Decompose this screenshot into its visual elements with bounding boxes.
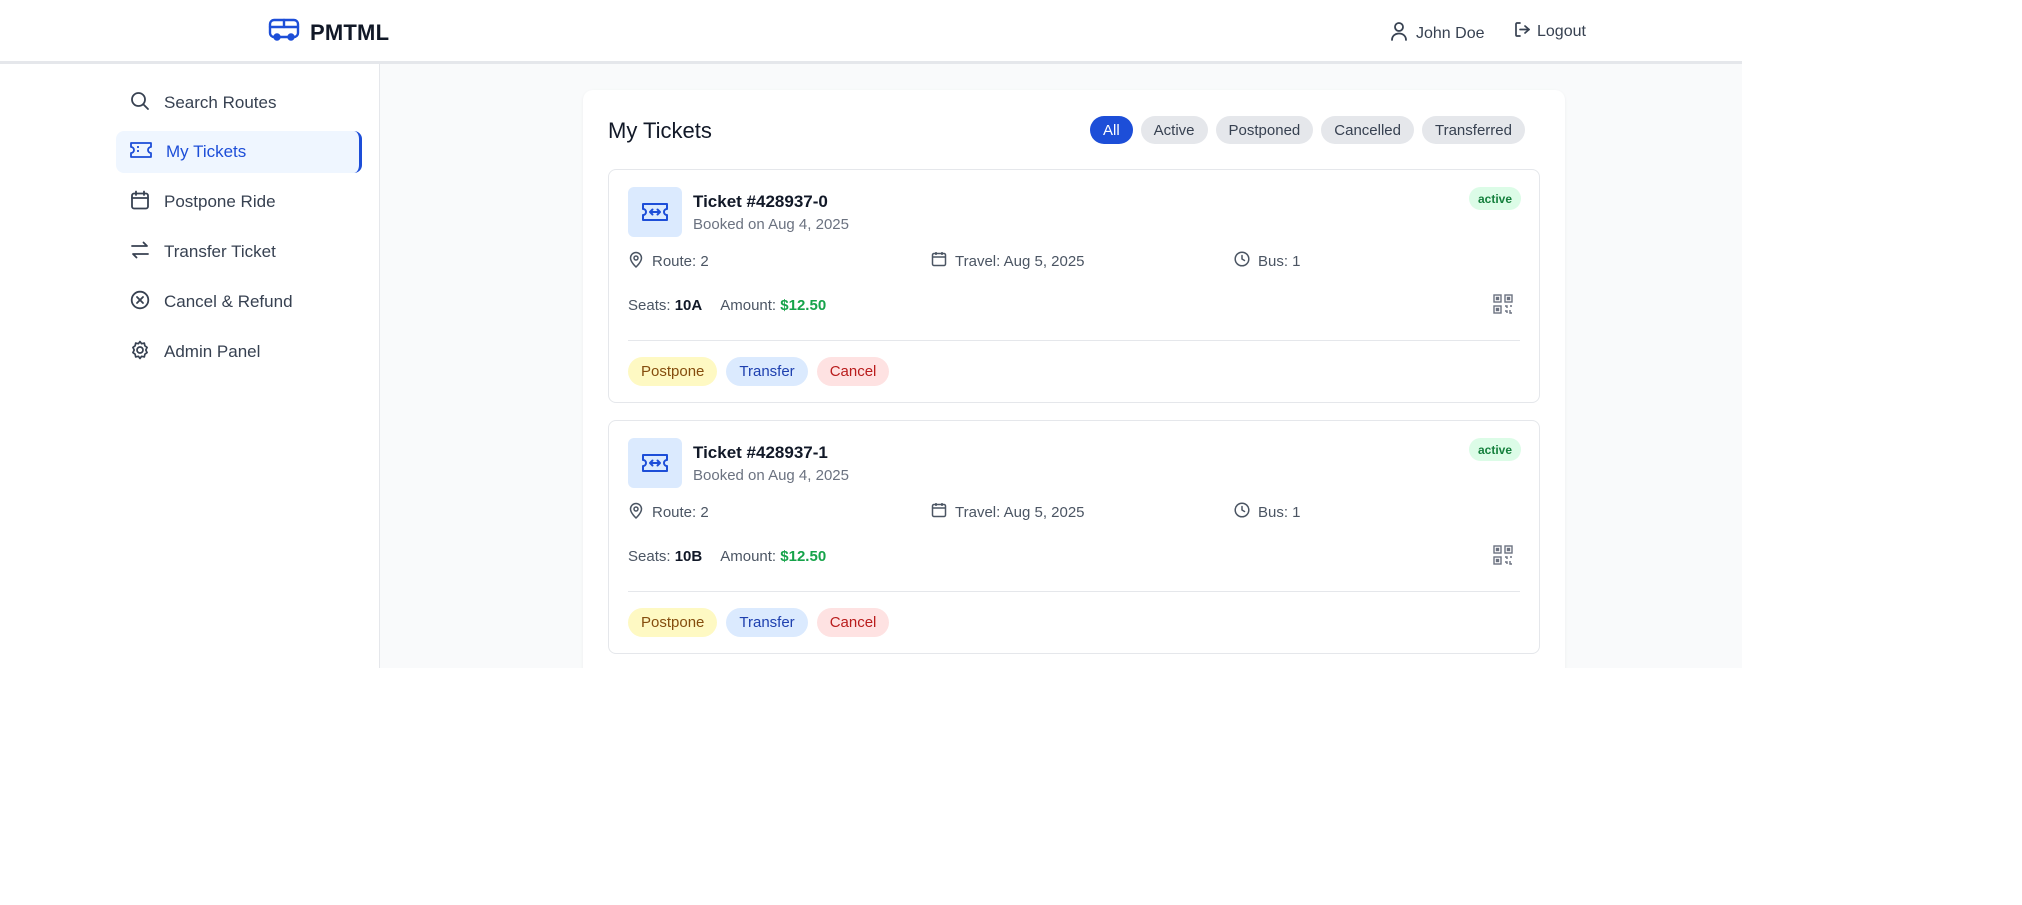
ticket-card: Ticket #428937-1 Booked on Aug 4, 2025 a…: [608, 420, 1540, 654]
seats-field: Seats: 10B: [628, 548, 702, 565]
filter-active[interactable]: Active: [1140, 116, 1208, 144]
ticket-travel-date: Travel: Aug 5, 2025: [931, 251, 1085, 271]
ticket-travel-date: Travel: Aug 5, 2025: [931, 502, 1085, 522]
ticket-seats-amount: Seats: 10A Amount: $12.50: [628, 297, 826, 314]
qr-code-icon[interactable]: [1493, 294, 1513, 319]
divider: [628, 591, 1520, 592]
top-header: PMTML John Doe Logout: [0, 0, 1742, 64]
sidebar-item-my-tickets[interactable]: My Tickets: [116, 131, 362, 173]
filter-all[interactable]: All: [1090, 116, 1133, 144]
seats-value: 10B: [674, 548, 703, 565]
filter-postponed[interactable]: Postponed: [1215, 116, 1314, 144]
ticket-actions: Postpone Transfer Cancel: [628, 357, 890, 386]
logout-icon: [1514, 21, 1531, 43]
bus-text: Bus: 1: [1258, 503, 1301, 521]
ticket-title: Ticket #428937-1: [693, 443, 828, 462]
ticket-icon: [130, 141, 152, 163]
bus-text: Bus: 1: [1258, 252, 1301, 270]
travel-text: Travel: Aug 5, 2025: [955, 252, 1085, 270]
sidebar-item-label: My Tickets: [166, 142, 247, 161]
clock-icon: [1234, 251, 1250, 271]
seats-label: Seats:: [628, 297, 671, 314]
status-badge: active: [1468, 187, 1521, 210]
postpone-button[interactable]: Postpone: [628, 357, 718, 386]
user-icon: [1390, 21, 1408, 46]
seats-value: 10A: [674, 297, 703, 314]
sidebar-item-admin-panel[interactable]: Admin Panel: [116, 331, 362, 373]
sidebar-item-label: Transfer Ticket: [164, 242, 276, 261]
page-title: My Tickets: [608, 118, 712, 143]
amount-field: Amount: $12.50: [720, 297, 826, 314]
ticket-bus: Bus: 1: [1234, 251, 1301, 271]
ticket-card: Ticket #428937-0 Booked on Aug 4, 2025 a…: [608, 169, 1540, 403]
route-text: Route: 2: [652, 504, 709, 521]
amount-value: $12.50: [780, 297, 827, 314]
amount-label: Amount:: [720, 548, 777, 565]
calendar-icon: [931, 502, 947, 522]
brand-name: PMTML: [310, 19, 390, 45]
sidebar-item-postpone-ride[interactable]: Postpone Ride: [116, 181, 362, 223]
gear-icon: [130, 340, 150, 365]
ticket-icon: [628, 438, 682, 488]
map-pin-icon: [628, 502, 644, 523]
bus-icon: [268, 18, 300, 47]
ticket-bus: Bus: 1: [1234, 502, 1301, 522]
cancel-button[interactable]: Cancel: [816, 357, 890, 386]
ticket-actions: Postpone Transfer Cancel: [628, 608, 890, 637]
sidebar-item-cancel-refund[interactable]: Cancel & Refund: [116, 281, 362, 323]
ticket-seats-amount: Seats: 10B Amount: $12.50: [628, 548, 826, 565]
sidebar-item-transfer-ticket[interactable]: Transfer Ticket: [116, 231, 362, 273]
app-frame: PMTML John Doe Logout Search Routes My T…: [0, 0, 1742, 668]
map-pin-icon: [628, 251, 644, 272]
sidebar-item-label: Cancel & Refund: [164, 292, 293, 311]
seats-label: Seats:: [628, 548, 671, 565]
transfer-button[interactable]: Transfer: [726, 608, 808, 637]
postpone-button[interactable]: Postpone: [628, 608, 718, 637]
ticket-route: Route: 2: [628, 502, 709, 523]
ticket-booked-date: Booked on Aug 4, 2025: [693, 216, 849, 233]
route-text: Route: 2: [652, 253, 709, 270]
filter-cancelled[interactable]: Cancelled: [1321, 116, 1414, 144]
ticket-booked-date: Booked on Aug 4, 2025: [693, 467, 849, 484]
user-name: John Doe: [1416, 24, 1485, 42]
sidebar-item-search-routes[interactable]: Search Routes: [116, 82, 362, 124]
travel-text: Travel: Aug 5, 2025: [955, 503, 1085, 521]
x-circle-icon: [130, 290, 150, 315]
seats-field: Seats: 10A: [628, 297, 702, 314]
filter-transferred[interactable]: Transferred: [1421, 116, 1525, 144]
qr-code-icon[interactable]: [1493, 545, 1513, 570]
logout-label: Logout: [1537, 23, 1586, 40]
status-badge: active: [1468, 438, 1521, 461]
user-menu[interactable]: John Doe: [1390, 21, 1485, 46]
transfer-button[interactable]: Transfer: [726, 357, 808, 386]
clock-icon: [1234, 502, 1250, 522]
sidebar-item-label: Admin Panel: [164, 342, 261, 361]
status-filters: All Active Postponed Cancelled Transferr…: [1090, 116, 1525, 144]
logout-button[interactable]: Logout: [1514, 21, 1586, 43]
calendar-icon: [931, 251, 947, 271]
divider: [628, 340, 1520, 341]
arrows-swap-icon: [130, 241, 150, 264]
calendar-icon: [130, 190, 150, 215]
ticket-title: Ticket #428937-0: [693, 192, 828, 211]
sidebar-item-label: Search Routes: [164, 93, 277, 112]
ticket-icon: [628, 187, 682, 237]
search-icon: [130, 91, 150, 116]
amount-value: $12.50: [780, 548, 827, 565]
sidebar-item-label: Postpone Ride: [164, 192, 276, 211]
ticket-route: Route: 2: [628, 251, 709, 272]
amount-label: Amount:: [720, 297, 777, 314]
brand[interactable]: PMTML: [268, 18, 389, 47]
sidebar: Search Routes My Tickets Postpone Ride T…: [0, 64, 380, 668]
amount-field: Amount: $12.50: [720, 548, 826, 565]
cancel-button[interactable]: Cancel: [816, 608, 890, 637]
